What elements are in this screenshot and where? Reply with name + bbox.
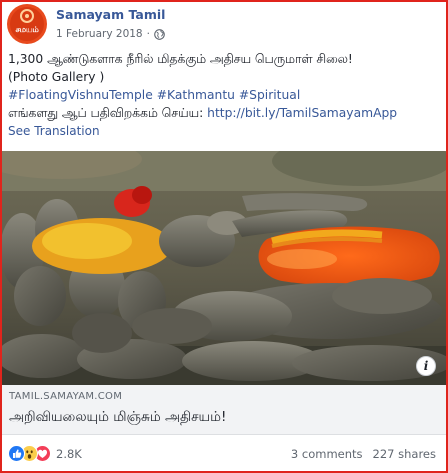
see-translation-link[interactable]: See Translation bbox=[8, 122, 440, 140]
reclining-vishnu-statue-image bbox=[2, 151, 446, 385]
post-text-line-1: 1,300 ஆண்டுகளாக நீரில் மிதக்கும் அதிசய ப… bbox=[8, 52, 353, 66]
page-name-link[interactable]: Samayam Tamil bbox=[56, 7, 165, 22]
info-icon[interactable]: i bbox=[416, 356, 436, 376]
post-text-line-2: (Photo Gallery ) bbox=[8, 70, 105, 84]
page-avatar[interactable]: சமயம் bbox=[7, 4, 47, 44]
hashtag-floating-vishnu-temple[interactable]: #FloatingVishnuTemple bbox=[8, 88, 153, 102]
post-footer: 2.8K 3 comments 227 shares bbox=[2, 435, 446, 471]
hashtag-line: #FloatingVishnuTemple #Kathmantu #Spirit… bbox=[8, 86, 440, 104]
comments-count-link[interactable]: 3 comments bbox=[291, 447, 363, 461]
reaction-count: 2.8K bbox=[56, 446, 82, 461]
post-body-text: 1,300 ஆண்டுகளாக நீரில் மிதக்கும் அதிசய ப… bbox=[8, 50, 440, 140]
app-download-line: எங்களது ஆப் பதிவிறக்கம் செய்ய: http://bi… bbox=[8, 104, 440, 122]
link-title[interactable]: அறிவியலையும் மிஞ்சும் அதிசயம்! bbox=[9, 409, 226, 427]
post-photo[interactable]: i bbox=[2, 151, 446, 385]
reaction-summary[interactable]: 2.8K bbox=[8, 445, 82, 462]
shares-count-link[interactable]: 227 shares bbox=[373, 447, 436, 461]
globe-icon[interactable] bbox=[154, 28, 165, 40]
app-download-text: எங்களது ஆப் பதிவிறக்கம் செய்ய: bbox=[8, 106, 208, 120]
hashtag-spiritual[interactable]: #Spiritual bbox=[239, 88, 300, 102]
link-preview-card[interactable]: TAMIL.SAMAYAM.COM அறிவியலையும் மிஞ்சும் … bbox=[2, 385, 446, 435]
app-download-link[interactable]: http://bit.ly/TamilSamayamApp bbox=[207, 106, 397, 120]
engagement-stats: 3 comments 227 shares bbox=[291, 447, 436, 461]
avatar-logo-text: சமயம் bbox=[15, 25, 39, 34]
logo-dot bbox=[25, 14, 29, 18]
post-date-link[interactable]: 1 February 2018 bbox=[56, 28, 143, 40]
meta-separator: · bbox=[146, 28, 150, 40]
like-reaction-icon bbox=[8, 445, 25, 462]
post-header: சமயம் Samayam Tamil 1 February 2018 · bbox=[7, 4, 437, 44]
post-meta: 1 February 2018 · bbox=[56, 28, 165, 40]
link-domain: TAMIL.SAMAYAM.COM bbox=[9, 391, 123, 402]
hashtag-kathmantu[interactable]: #Kathmantu bbox=[157, 88, 235, 102]
